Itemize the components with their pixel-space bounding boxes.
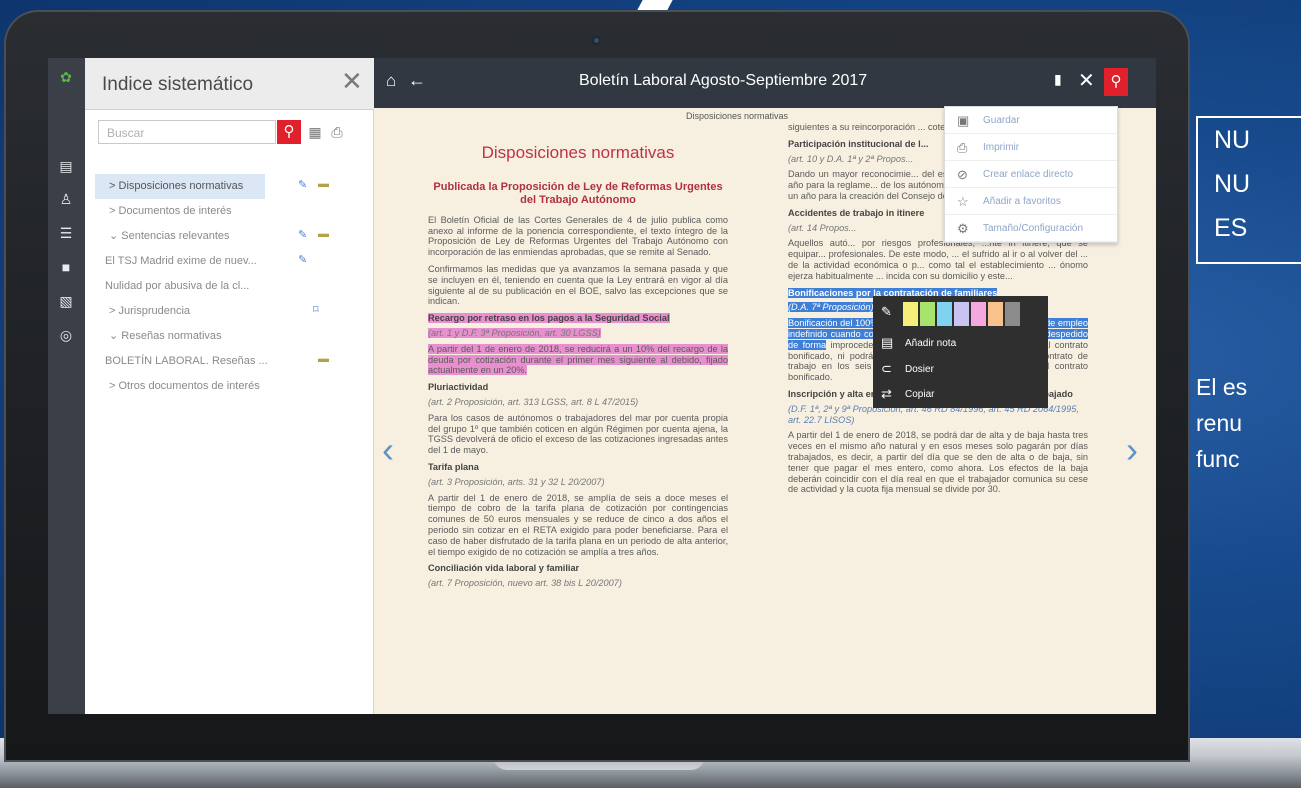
heading: Disposiciones normativas: [481, 143, 675, 162]
column-left: Disposiciones normativas Publicada la Pr…: [428, 122, 728, 594]
document-title: Boletín Laboral Agosto-Septiembre 2017: [579, 72, 868, 89]
note-icon[interactable]: ▬: [318, 353, 329, 365]
annotation-popup: ✎ ▤ Añadir nota ⊂ Dosier ⇄ Copiar: [873, 296, 1048, 408]
highlighted-paragraph[interactable]: A partir del 1 de enero de 2018, se redu…: [428, 343, 728, 376]
ad-line-2: NU: [1214, 170, 1251, 198]
close-icon[interactable]: ✕: [1078, 68, 1095, 93]
notes-icon[interactable]: ▧: [57, 292, 75, 310]
users-icon[interactable]: ♙: [57, 190, 75, 208]
settings-icon[interactable]: ◎: [57, 326, 75, 344]
selected-reference[interactable]: (D.A. 7ª Proposición): [788, 302, 874, 313]
print-icon[interactable]: ⎙: [328, 123, 346, 141]
back-arrow-icon[interactable]: ←: [408, 70, 426, 91]
paragraph: Aquellos autó... por riesgos profesional…: [788, 238, 1088, 281]
tree-item[interactable]: > Disposiciones normativas: [95, 174, 265, 199]
save-icon: ▣: [957, 113, 970, 128]
color-swatch[interactable]: [1005, 302, 1020, 326]
color-swatch[interactable]: [954, 302, 969, 326]
sidebar: Indice sistemático ✕ Buscar ⚲ ▦ ⎙ > Disp…: [85, 58, 374, 714]
ad-line-1: NU: [1214, 126, 1251, 154]
settings-sliders-icon: ⚙: [957, 221, 969, 236]
laptop-frame: ✿ ▤ ♙ ☰ ■ ▧ ◎ Indice sistemático ✕ Busca…: [4, 10, 1190, 762]
reference: (art. 3 Proposición, arts. 31 y 32 L 20/…: [428, 476, 605, 487]
menu-item-guardar[interactable]: ▣ Guardar: [945, 107, 1117, 134]
comment-icon: ▤: [881, 335, 894, 350]
color-swatch[interactable]: [920, 302, 935, 326]
ad-text-3: func: [1196, 446, 1240, 472]
prev-page-icon[interactable]: ‹: [382, 426, 404, 474]
app-logo-icon: ✿: [60, 69, 72, 85]
paragraph: A partir del 1 de enero de 2018, se ampl…: [428, 492, 728, 557]
menu-item-favoritos[interactable]: ☆ Añadir a favoritos: [945, 188, 1117, 215]
doc-toolbar: ⌂ ← Boletín Laboral Agosto-Septiembre 20…: [374, 58, 1156, 108]
paragraph: A partir del 1 de enero de 2018, se podr…: [788, 430, 1088, 495]
close-sidebar-icon[interactable]: ✕: [341, 68, 363, 94]
tree-item[interactable]: ⌄ Reseñas normativas: [95, 324, 365, 349]
tree-item[interactable]: Nulidad por abusiva de la cl...: [95, 274, 365, 299]
edit-icon[interactable]: ✎: [298, 253, 307, 266]
document-icon[interactable]: ▤: [57, 157, 75, 175]
grid-view-icon[interactable]: ▦: [306, 123, 324, 141]
tree-item[interactable]: > Jurisprudencia: [95, 299, 365, 324]
copy-button[interactable]: Copiar: [905, 389, 934, 400]
paragraph: El Boletín Oficial de las Cortes General…: [428, 214, 728, 258]
highlighted-reference[interactable]: (art. 1 y D.F. 3ª Proposición, art. 30 L…: [428, 327, 601, 338]
ad-line-3: ES: [1214, 214, 1248, 242]
add-note-button[interactable]: Añadir nota: [905, 338, 956, 349]
bookmark-icon[interactable]: ⌑: [313, 303, 319, 316]
ad-text-1: El es: [1196, 374, 1248, 400]
pencil-icon[interactable]: ✎: [881, 304, 892, 320]
document-icon[interactable]: ▮: [1054, 71, 1062, 88]
section-heading: Conciliación vida laboral y familiar: [428, 563, 580, 574]
reference: (art. 2 Proposición, art. 313 LGSS, art.…: [428, 396, 639, 407]
index-tree: > Disposiciones normativas > Documentos …: [95, 174, 365, 399]
section-heading: Pluriactividad: [428, 382, 489, 393]
paperclip-icon: ⊂: [881, 361, 892, 376]
search-input[interactable]: Buscar: [98, 120, 276, 144]
tree-item[interactable]: > Documentos de interés: [95, 199, 365, 224]
color-swatch[interactable]: [937, 302, 952, 326]
menu-item-imprimir[interactable]: ⎙ Imprimir: [945, 134, 1117, 161]
paragraph: Confirmamos las medidas que ya avanzamos…: [428, 263, 728, 307]
sidebar-title: Indice sistemático: [102, 74, 254, 95]
search-button[interactable]: ⚲: [1104, 68, 1128, 96]
camera-icon: [592, 36, 601, 45]
edit-icon[interactable]: ✎: [298, 178, 307, 191]
menu-item-enlace[interactable]: ⊘ Crear enlace directo: [945, 161, 1117, 188]
next-page-icon[interactable]: ›: [1126, 426, 1148, 474]
index-list-icon[interactable]: ☰: [57, 224, 75, 242]
reference: (art. 7 Proposición, nuevo art. 38 bis L…: [428, 578, 622, 589]
star-icon: ☆: [957, 194, 969, 209]
note-icon[interactable]: ▬: [318, 228, 329, 240]
highlighted-heading[interactable]: Recargo por retraso en los pagos a la Se…: [428, 313, 670, 324]
note-icon[interactable]: ▬: [318, 178, 329, 190]
edit-icon[interactable]: ✎: [298, 228, 307, 241]
link-icon: ⊘: [957, 167, 968, 182]
search-button[interactable]: ⚲: [277, 120, 301, 144]
app-window: ✿ ▤ ♙ ☰ ■ ▧ ◎ Indice sistemático ✕ Busca…: [48, 58, 1156, 714]
color-swatch[interactable]: [903, 302, 918, 326]
section-heading: Tarifa plana: [428, 461, 479, 472]
left-rail: ✿ ▤ ♙ ☰ ■ ▧ ◎: [48, 58, 85, 714]
running-header: Disposiciones normativas: [686, 111, 789, 121]
paragraph: Para los casos de autónomos o trabajador…: [428, 412, 728, 456]
ad-box: NU NU ES: [1196, 116, 1301, 264]
copy-icon: ⇄: [881, 386, 892, 401]
print-icon: ⎙: [957, 140, 968, 155]
options-menu: ▣ Guardar ⎙ Imprimir ⊘ Crear enlace directo…: [944, 106, 1118, 243]
tree-item[interactable]: El TSJ Madrid exime de nuev...: [95, 249, 365, 274]
menu-item-configuracion[interactable]: ⚙ Tamaño/Configuración: [945, 215, 1117, 242]
home-icon[interactable]: ⌂: [386, 71, 396, 91]
color-swatch[interactable]: [971, 302, 986, 326]
tree-item[interactable]: > Otros documentos de interés: [95, 374, 365, 399]
bookmark-book-icon[interactable]: ■: [57, 258, 75, 276]
dossier-button[interactable]: Dosier: [905, 364, 934, 375]
ad-text-2: renu: [1196, 410, 1243, 436]
subheading: Publicada la Proposición de Ley de Refor…: [433, 180, 723, 206]
sidebar-header: Indice sistemático ✕: [85, 58, 374, 110]
color-swatch[interactable]: [988, 302, 1003, 326]
